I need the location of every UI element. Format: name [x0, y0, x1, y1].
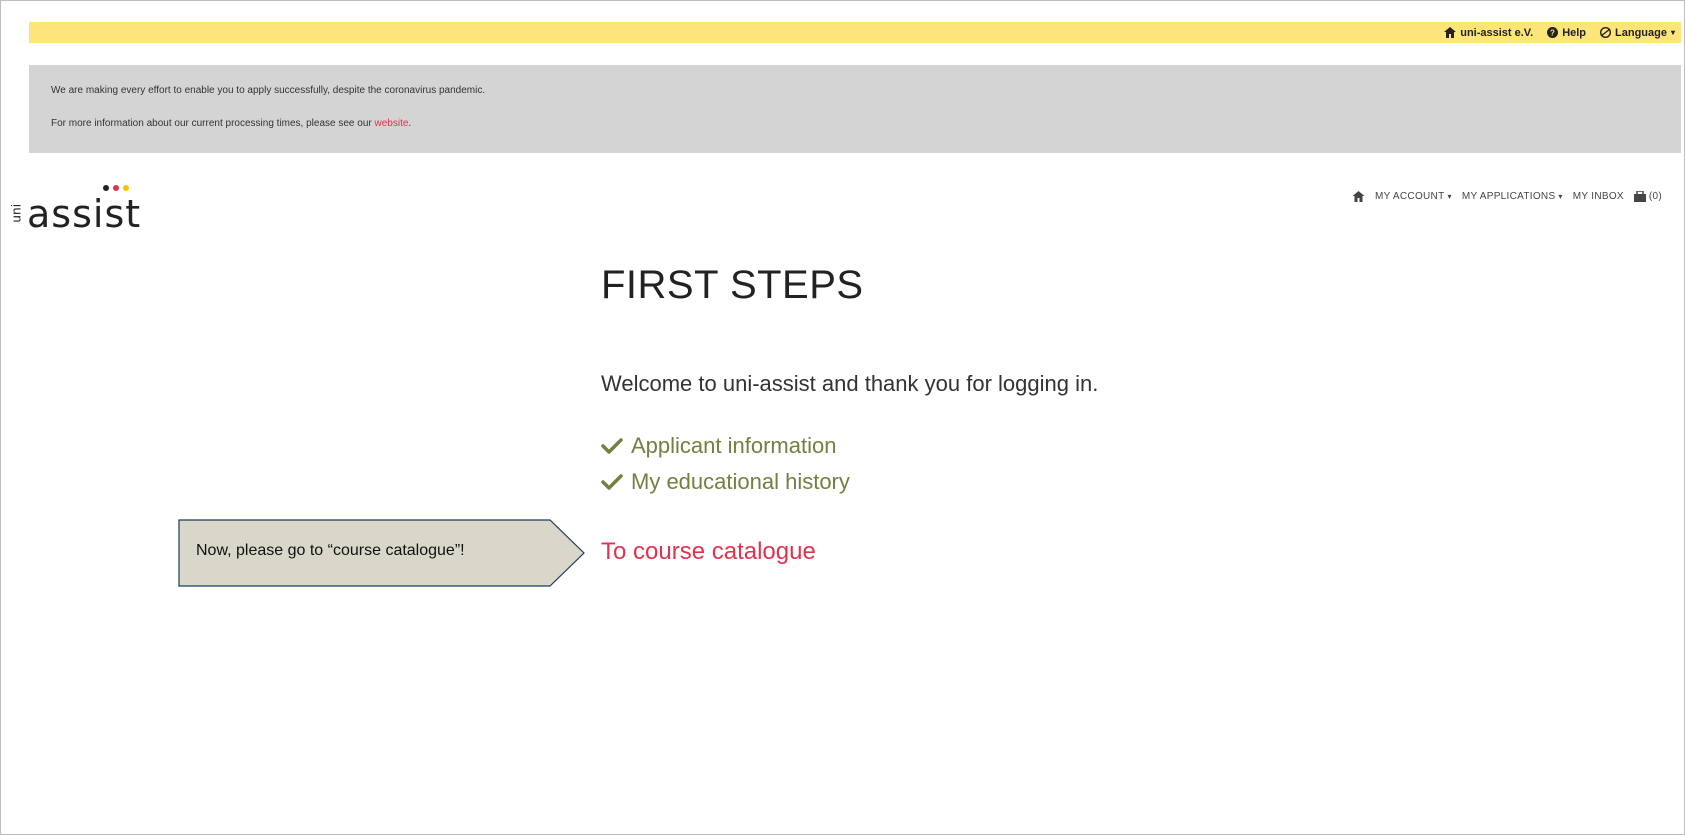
notice-line-2-suffix: .	[408, 118, 412, 129]
home-icon[interactable]	[1352, 191, 1365, 202]
main-navigation: MY ACCOUNT ▾ MY APPLICATIONS ▾ MY INBOX (0…	[1352, 191, 1662, 202]
help-icon: ?	[1547, 27, 1559, 38]
step-applicant-information[interactable]: Applicant information	[601, 433, 850, 459]
notice-line-2: For more information about our current p…	[51, 118, 1681, 129]
globe-icon	[1600, 27, 1612, 38]
logo-prefix: uni	[8, 203, 24, 223]
logo-dot-gold	[123, 185, 129, 191]
main-content: FIRST STEPS	[601, 263, 864, 308]
nav-my-applications[interactable]: MY APPLICATIONS ▾	[1462, 191, 1563, 202]
nav-my-applications-label: MY APPLICATIONS	[1461, 191, 1556, 202]
top-utility-bar: uni-assist e.V. ? Help Language ▾	[29, 22, 1681, 43]
logo-word-text: assist	[27, 192, 142, 236]
website-link[interactable]: website	[375, 118, 409, 129]
home-icon	[1444, 27, 1457, 38]
home-link[interactable]: uni-assist e.V.	[1444, 27, 1533, 39]
help-link[interactable]: ? Help	[1547, 27, 1586, 39]
chevron-down-icon: ▾	[1670, 28, 1675, 37]
page-title: FIRST STEPS	[601, 263, 864, 307]
checkmark-icon	[601, 438, 623, 454]
cart-count: (0)	[1648, 191, 1662, 202]
uni-assist-logo[interactable]: uni assist	[7, 173, 141, 233]
nav-cart[interactable]: (0)	[1633, 191, 1662, 202]
welcome-message: Welcome to uni-assist and thank you for …	[601, 371, 1099, 396]
notice-banner: We are making every effort to enable you…	[29, 65, 1681, 153]
nav-my-inbox[interactable]: MY INBOX	[1573, 191, 1624, 202]
home-link-label: uni-assist e.V.	[1460, 26, 1534, 39]
cart-icon	[1633, 191, 1646, 202]
checkmark-icon	[601, 474, 623, 490]
help-link-label: Help	[1562, 26, 1587, 39]
step-label: My educational history	[631, 469, 850, 494]
callout-text: Now, please go to “course catalogue”!	[196, 542, 465, 559]
chevron-down-icon: ▾	[1447, 192, 1452, 201]
notice-line-2-prefix: For more information about our current p…	[51, 118, 375, 129]
step-label: Applicant information	[631, 433, 837, 458]
browser-frame: uni-assist e.V. ? Help Language ▾ We are…	[0, 0, 1685, 835]
tutorial-callout: Now, please go to “course catalogue”!	[178, 519, 586, 587]
notice-line-1: We are making every effort to enable you…	[51, 85, 486, 96]
svg-text:?: ?	[1550, 29, 1555, 38]
course-catalogue-link[interactable]: To course catalogue	[601, 538, 816, 566]
logo-dot-red	[113, 185, 119, 191]
nav-my-account[interactable]: MY ACCOUNT ▾	[1375, 191, 1452, 202]
nav-my-account-label: MY ACCOUNT	[1374, 191, 1445, 202]
logo-dot-black	[103, 185, 109, 191]
language-dropdown[interactable]: Language ▾	[1600, 27, 1675, 39]
language-label: Language	[1615, 26, 1667, 39]
nav-my-inbox-label: MY INBOX	[1572, 191, 1624, 202]
logo-wordmark: assist	[27, 185, 142, 236]
logo-dots	[103, 185, 129, 191]
chevron-down-icon: ▾	[1558, 192, 1563, 201]
steps-checklist: Applicant information My educational his…	[601, 433, 850, 505]
step-educational-history[interactable]: My educational history	[601, 469, 850, 495]
